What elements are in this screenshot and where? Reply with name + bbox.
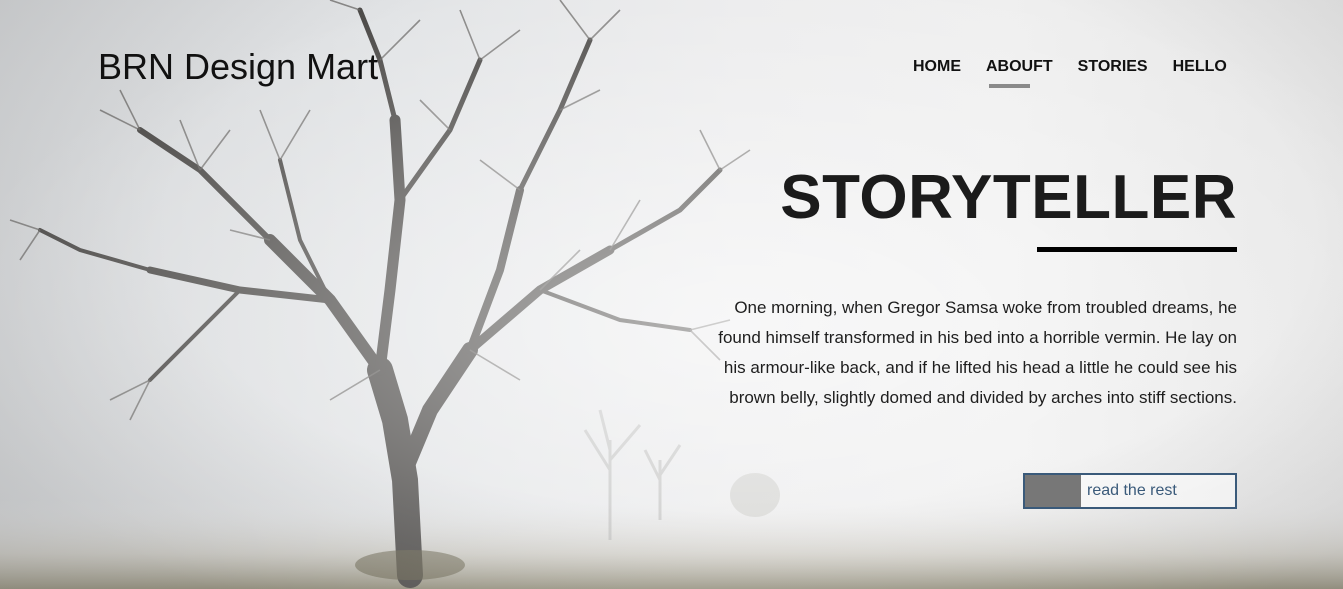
main-nav: HOME ABOUFT STORIES HELLO [913,58,1227,88]
nav-item-home[interactable]: HOME [913,58,961,76]
nav-item-hello[interactable]: HELLO [1173,58,1227,76]
nav-item-stories[interactable]: STORIES [1078,58,1148,76]
read-the-rest-button[interactable]: read the rest [1023,473,1237,509]
title-divider [1037,247,1237,252]
page-title: STORYTELLER [780,163,1237,232]
button-accent-block [1025,475,1081,507]
read-the-rest-label: read the rest [1087,482,1177,499]
intro-paragraph: One morning, when Gregor Samsa woke from… [718,298,1237,407]
nav-item-about[interactable]: ABOUFT [986,58,1053,88]
brand-logo[interactable]: BRN Design Mart [98,46,378,88]
